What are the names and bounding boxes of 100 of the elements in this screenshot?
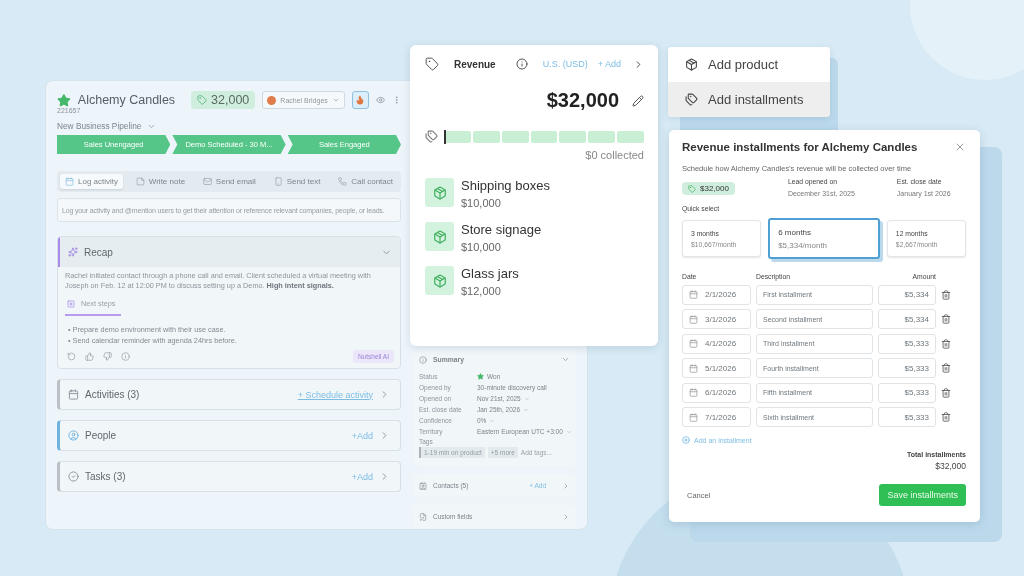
check-circle-icon: [68, 471, 79, 482]
sparkle-list-icon: [68, 247, 78, 257]
section-title: People: [85, 430, 117, 441]
chevron-right-icon[interactable]: [562, 481, 570, 490]
save-button[interactable]: Save installments: [879, 484, 966, 506]
calendar-icon: [689, 412, 698, 422]
trash-icon[interactable]: [941, 387, 951, 398]
installment-segment: [588, 130, 616, 143]
calendar-icon: [68, 389, 79, 400]
tag-icon: [688, 184, 696, 193]
contact-card-icon: [419, 481, 427, 490]
hot-button[interactable]: [351, 91, 369, 109]
chevron-right-icon[interactable]: [562, 512, 570, 521]
calendar-icon: [65, 177, 74, 186]
chevron-down-icon[interactable]: [561, 355, 570, 364]
undo-icon[interactable]: [67, 352, 76, 361]
revenue-total: $32,000: [546, 89, 619, 112]
amount-field[interactable]: $5,333: [878, 382, 936, 403]
tags-icon: [425, 130, 438, 143]
section-row[interactable]: Tasks (3) +Add: [57, 461, 401, 492]
calendar-icon: [689, 388, 698, 397]
info-icon[interactable]: [121, 352, 130, 361]
avatar-icon: [267, 95, 277, 105]
edit-document-icon: [419, 512, 427, 521]
menu-item[interactable]: Add installments: [668, 82, 830, 117]
eye-icon[interactable]: [375, 95, 385, 105]
product-name: Store signage: [461, 222, 542, 237]
calendar-icon: [689, 339, 698, 348]
trash-icon[interactable]: [941, 338, 951, 349]
recap-title: Recap: [84, 246, 113, 258]
amount-field[interactable]: $5,334: [878, 284, 936, 305]
dialog-title: Revenue installments for Alchemy Candles: [682, 141, 918, 153]
date-field[interactable]: 7/1/2026: [682, 407, 751, 427]
person-circle-icon: [68, 430, 79, 441]
trash-icon[interactable]: [941, 412, 951, 422]
chevron-down-icon: [331, 96, 340, 104]
menu-item[interactable]: Add product: [668, 47, 830, 82]
tags-icon: [685, 93, 698, 106]
date-field[interactable]: 2/1/2026: [682, 284, 751, 305]
date-field[interactable]: 3/1/2026: [682, 309, 751, 329]
date-field[interactable]: 6/1/2026: [682, 382, 751, 403]
star-icon[interactable]: [57, 92, 71, 108]
installment-segment: [501, 130, 529, 143]
action-tab[interactable]: Write note: [130, 174, 191, 189]
thumbs-up-icon[interactable]: [85, 352, 94, 361]
installment-segment: [559, 130, 587, 143]
installment-segment: [472, 130, 500, 143]
collected-text: $0 collected: [585, 149, 644, 161]
add-circle-icon: [682, 436, 690, 444]
action-tab[interactable]: Log activity: [60, 174, 124, 189]
action-tab[interactable]: Call contact: [333, 174, 398, 189]
product-price: $10,000: [461, 197, 502, 209]
currency-link[interactable]: U.S. (USD): [542, 59, 588, 69]
amount-field[interactable]: $5,333: [878, 333, 936, 354]
chevron-down-icon: [489, 417, 496, 424]
revenue-title: Revenue: [454, 58, 496, 70]
section-row[interactable]: Activities (3) + Schedule activity: [57, 379, 401, 410]
total-value: $32,000: [935, 461, 966, 471]
phone-icon: [273, 177, 283, 186]
trash-icon[interactable]: [941, 289, 951, 300]
tag-icon: [425, 57, 439, 71]
installment-segment: [617, 130, 644, 143]
action-tab[interactable]: Send email: [197, 174, 261, 189]
amount-field[interactable]: $5,333: [878, 407, 936, 427]
add-link[interactable]: + Add: [597, 59, 621, 69]
product-price: $10,000: [461, 241, 502, 253]
note-icon: [135, 177, 145, 186]
box-icon: [432, 273, 447, 288]
amount-field[interactable]: $5,333: [878, 358, 936, 378]
calendar-icon: [689, 314, 698, 324]
product-price: $12,000: [461, 285, 502, 297]
value-badge: 32,000: [191, 91, 256, 109]
box-icon: [685, 58, 698, 71]
chevron-down-icon: [565, 428, 572, 435]
section-title: Activities (3): [85, 389, 140, 400]
section-row[interactable]: People +Add: [57, 420, 401, 451]
deal-title: Alchemy Candles: [77, 93, 176, 107]
installment-segment: [530, 130, 558, 143]
envelope-icon: [202, 177, 212, 186]
phone-handset-icon: [338, 177, 348, 186]
trash-icon[interactable]: [941, 314, 951, 324]
amount-field[interactable]: $5,334: [878, 309, 936, 329]
star-icon: [477, 373, 484, 380]
pencil-icon[interactable]: [632, 94, 644, 107]
date-field[interactable]: 4/1/2026: [682, 333, 751, 354]
close-icon[interactable]: [954, 141, 966, 153]
info-icon[interactable]: [515, 58, 528, 70]
plus-square-icon: [67, 299, 75, 308]
thumbs-down-icon[interactable]: [103, 352, 112, 361]
installment-segment: [444, 130, 471, 143]
quick-select-option[interactable]: 6 months $5,334/month: [768, 218, 880, 259]
trash-icon[interactable]: [941, 363, 951, 373]
tag-icon: [197, 95, 208, 105]
action-tab[interactable]: Send text: [268, 174, 326, 189]
flame-icon: [355, 95, 366, 105]
box-icon: [432, 229, 447, 244]
date-field[interactable]: 5/1/2026: [682, 358, 751, 378]
box-icon: [432, 185, 447, 200]
info-icon: [419, 355, 427, 364]
pipeline-label: New Business Pipeline: [57, 121, 142, 131]
